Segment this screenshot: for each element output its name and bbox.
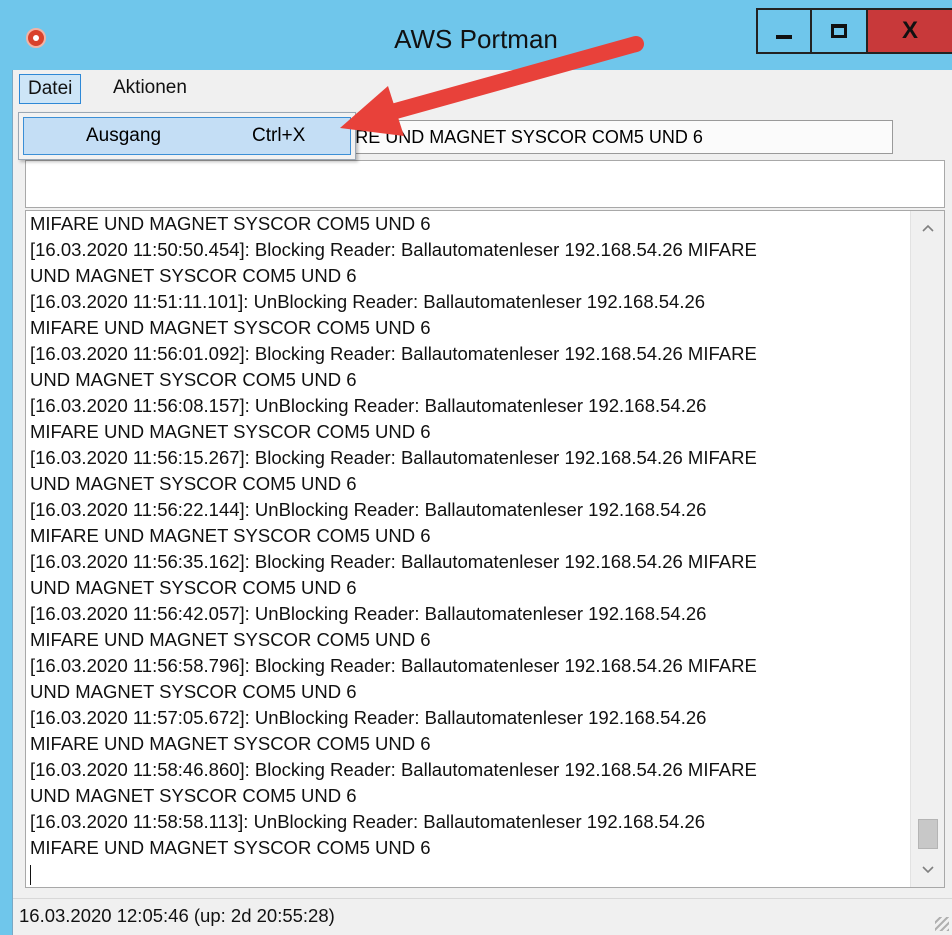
maximize-icon	[831, 24, 847, 38]
menu-aktionen[interactable]: Aktionen	[105, 74, 195, 104]
log-line: [16.03.2020 11:56:15.267]: Blocking Read…	[30, 447, 757, 468]
menu-item-ausgang[interactable]: Ausgang Ctrl+X	[23, 117, 351, 155]
log-line: UND MAGNET SYSCOR COM5 UND 6	[30, 785, 357, 806]
log-line: MIFARE UND MAGNET SYSCOR COM5 UND 6	[30, 421, 431, 442]
log-line: [16.03.2020 11:56:58.796]: Blocking Read…	[30, 655, 757, 676]
menu-item-shortcut: Ctrl+X	[252, 125, 306, 146]
close-button[interactable]: X	[868, 8, 952, 54]
log-line: [16.03.2020 11:56:42.057]: UnBlocking Re…	[30, 603, 707, 624]
log-line: UND MAGNET SYSCOR COM5 UND 6	[30, 265, 357, 286]
log-text: MIFARE UND MAGNET SYSCOR COM5 UND 6 [16.0…	[30, 211, 908, 887]
log-line: MIFARE UND MAGNET SYSCOR COM5 UND 6	[30, 525, 431, 546]
log-line: [16.03.2020 11:56:22.144]: UnBlocking Re…	[30, 499, 707, 520]
log-line: MIFARE UND MAGNET SYSCOR COM5 UND 6	[30, 213, 431, 234]
status-bar: 16.03.2020 12:05:46 (up: 2d 20:55:28)	[13, 898, 952, 935]
log-line: [16.03.2020 11:58:58.113]: UnBlocking Re…	[30, 811, 706, 832]
resize-grip-icon[interactable]	[935, 917, 949, 931]
scrollbar-thumb[interactable]	[918, 819, 938, 849]
command-input[interactable]	[25, 160, 945, 208]
log-line: UND MAGNET SYSCOR COM5 UND 6	[30, 473, 357, 494]
chevron-up-icon[interactable]	[911, 213, 944, 243]
status-text: 16.03.2020 12:05:46 (up: 2d 20:55:28)	[19, 905, 335, 926]
minimize-icon	[776, 35, 792, 39]
log-line: UND MAGNET SYSCOR COM5 UND 6	[30, 681, 357, 702]
title-bar[interactable]: AWS Portman X	[0, 0, 952, 70]
log-line: MIFARE UND MAGNET SYSCOR COM5 UND 6	[30, 629, 431, 650]
log-line: [16.03.2020 11:56:35.162]: Blocking Read…	[30, 551, 757, 572]
maximize-button[interactable]	[812, 8, 868, 54]
menu-bar: Datei Aktionen	[13, 70, 952, 110]
log-line: [16.03.2020 11:50:50.454]: Blocking Read…	[30, 239, 757, 260]
log-line: UND MAGNET SYSCOR COM5 UND 6	[30, 369, 357, 390]
log-line: [16.03.2020 11:56:01.092]: Blocking Read…	[30, 343, 757, 364]
vertical-scrollbar[interactable]	[910, 211, 944, 887]
log-line: [16.03.2020 11:57:05.672]: UnBlocking Re…	[30, 707, 707, 728]
log-line: MIFARE UND MAGNET SYSCOR COM5 UND 6	[30, 837, 431, 858]
log-line: MIFARE UND MAGNET SYSCOR COM5 UND 6	[30, 317, 431, 338]
log-output[interactable]: MIFARE UND MAGNET SYSCOR COM5 UND 6 [16.0…	[25, 210, 945, 888]
chevron-down-icon[interactable]	[911, 855, 944, 885]
log-line: [16.03.2020 11:58:46.860]: Blocking Read…	[30, 759, 757, 780]
close-icon: X	[901, 17, 918, 44]
client-area: Datei Aktionen Ballautomatenleser 192.16…	[12, 70, 952, 935]
log-line: MIFARE UND MAGNET SYSCOR COM5 UND 6	[30, 733, 431, 754]
minimize-button[interactable]	[756, 8, 812, 54]
datei-dropdown-menu: Ausgang Ctrl+X	[18, 112, 356, 160]
log-line: [16.03.2020 11:51:11.101]: UnBlocking Re…	[30, 291, 706, 312]
log-line: [16.03.2020 11:56:08.157]: UnBlocking Re…	[30, 395, 707, 416]
log-line: UND MAGNET SYSCOR COM5 UND 6	[30, 577, 357, 598]
text-caret	[30, 861, 908, 887]
menu-item-label: Ausgang	[86, 125, 162, 146]
menu-datei[interactable]: Datei	[19, 74, 82, 104]
app-window: AWS Portman X Datei Aktionen Ballautomat…	[0, 0, 952, 935]
